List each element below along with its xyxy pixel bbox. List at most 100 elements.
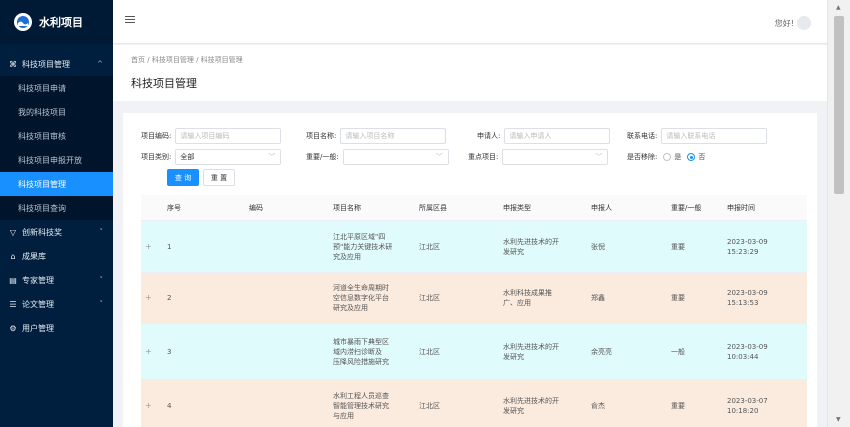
scroll-up-icon[interactable]: ▲	[836, 4, 841, 11]
cell-name-line: 江北平原区域"四	[333, 232, 386, 241]
cell-level: 重要	[671, 401, 685, 410]
col-code: 编码	[249, 203, 263, 212]
removed-yes-radio[interactable]: 是	[663, 152, 681, 162]
menu-group-experts[interactable]: ▤ 专家管理 ˅	[0, 268, 113, 292]
cell-type-line: 水利科技成果推	[503, 289, 552, 297]
cell-applicant: 俞杰	[591, 401, 605, 410]
category-select[interactable]: 全部 ﹀	[175, 149, 282, 165]
col-name: 项目名称	[333, 203, 361, 212]
menu-fold-icon[interactable]	[125, 16, 135, 25]
col-date: 申报时间	[727, 203, 755, 212]
cell-time-line: 10:18:20	[727, 406, 759, 415]
table-row[interactable]: + 1 江北平原区域"四 预"能力关键技术研 究及应用 江北区 水利先进技术的开…	[141, 221, 807, 273]
water-logo-icon	[14, 13, 32, 31]
cell-type: 水利先进技术的开 发研究	[499, 237, 587, 257]
app-logo[interactable]: 水利项目	[0, 0, 113, 44]
home-icon: ⌂	[10, 251, 16, 261]
user-greeting[interactable]: 您好!	[775, 16, 811, 30]
chevron-down-icon: ˅	[99, 276, 104, 284]
cell-type: 水利先进技术的开 发研究	[499, 396, 587, 416]
chevron-down-icon: ˅	[99, 300, 104, 308]
cell-name-line: 研究及应用	[333, 304, 368, 312]
scroll-thumb[interactable]	[834, 16, 844, 194]
page-title: 科技项目管理	[131, 77, 197, 90]
table-header: 序号 编码 项目名称 所属区县 申报类型 申报人 重要/一般 申报时间	[141, 195, 807, 221]
menu-group-innovation-award[interactable]: ▽ 创新科技奖 ˅	[0, 220, 113, 244]
scroll-down-icon[interactable]: ▼	[836, 416, 841, 423]
breadcrumb: 首页 / 科技项目管理 / 科技项目管理	[131, 55, 243, 65]
menu-group-users[interactable]: ⚙ 用户管理	[0, 316, 113, 340]
avatar[interactable]	[797, 16, 811, 30]
cell-applicant: 张倪	[591, 242, 605, 251]
sidebar-item-my-projects[interactable]: 我的科技项目	[0, 100, 113, 124]
applicant-input[interactable]: 请输入申请人	[504, 128, 611, 144]
cell-type-line: 发研究	[503, 406, 524, 415]
breadcrumb-home[interactable]: 首页	[131, 56, 145, 64]
importance-label: 重要/一般:	[306, 153, 339, 161]
cell-name-line: 与应用	[333, 411, 354, 420]
radio-circle	[663, 153, 672, 161]
project-icon: ⌘	[9, 59, 17, 69]
cell-district: 江北区	[419, 347, 440, 356]
table-row[interactable]: + 4 水利工程人员巡查 智能管理技术研究 与应用 江北区 水利先进技术的开 发…	[141, 380, 807, 427]
phone-input[interactable]: 请输入联系电话	[661, 128, 768, 144]
cell-type-line: 水利先进技术的开	[503, 396, 559, 405]
expand-icon[interactable]: +	[141, 401, 163, 411]
removed-no-radio[interactable]: 否	[687, 152, 705, 162]
cell-name: 城市暴雨下典型区 域内涝扫诊断及 压降风险措施研究	[329, 337, 415, 367]
project-code-input[interactable]: 请输入项目编码	[175, 128, 282, 144]
breadcrumb-sep: /	[147, 56, 150, 64]
cell-district: 江北区	[419, 401, 440, 410]
cell-name-line: 河道全生命周期时	[333, 284, 389, 292]
cell-type-line: 发研究	[503, 247, 524, 256]
sidebar-item-query[interactable]: 科技项目查询	[0, 196, 113, 220]
app-title: 水利项目	[39, 16, 83, 29]
cell-name-line: 究及应用	[333, 252, 361, 261]
importance-select[interactable]: ﹀	[342, 149, 449, 165]
greeting-text: 您好!	[774, 18, 794, 28]
cell-type-line: 水利先进技术的开	[503, 237, 559, 246]
query-button[interactable]: 查 询	[167, 169, 199, 186]
sidebar-item-apply[interactable]: 科技项目申请	[0, 76, 113, 100]
cell-no: 3	[167, 347, 172, 356]
breadcrumb-level1[interactable]: 科技项目管理	[152, 56, 194, 64]
key-project-select[interactable]: ﹀	[502, 149, 609, 165]
cell-date: 2023-03-09 15:13:53	[723, 288, 807, 308]
menu-group-achievements[interactable]: ⌂ 成果库	[0, 244, 113, 268]
project-name-input[interactable]: 请输入项目名称	[340, 128, 447, 144]
expand-icon[interactable]: +	[141, 293, 163, 303]
menu-group-papers[interactable]: ☰ 论文管理 ˅	[0, 292, 113, 316]
chevron-down-icon: ˅	[99, 228, 104, 236]
reset-button[interactable]: 重 置	[203, 169, 235, 186]
cell-name-line: 水利工程人员巡查	[333, 391, 389, 400]
cell-time-line: 15:13:53	[727, 299, 759, 307]
breadcrumb-level2: 科技项目管理	[200, 56, 243, 64]
menu-group-project-mgmt[interactable]: ⌘ 科技项目管理 ^	[0, 52, 113, 76]
cell-no: 4	[167, 401, 172, 410]
page-scrollbar[interactable]: ▲ ▼	[827, 0, 850, 427]
menu-group-label: 成果库	[22, 251, 46, 261]
cell-name-line: 智能管理技术研究	[333, 401, 389, 410]
form-row-2d: 是否移除: 是 否	[627, 149, 705, 165]
sidebar-item-open[interactable]: 科技项目申报开放	[0, 148, 113, 172]
expand-icon[interactable]: +	[141, 242, 163, 252]
form-row-1d: 联系电话: 请输入联系电话	[627, 128, 768, 144]
sidebar-item-manage[interactable]: 科技项目管理	[0, 172, 113, 196]
table-row[interactable]: + 2 河道全生命周期时 空信息数字化平台 研究及应用 江北区 水利科技成果推 …	[141, 273, 807, 324]
cell-no: 2	[167, 294, 172, 302]
cell-name-line: 压降风险措施研究	[333, 357, 389, 366]
form-row-1b: 项目名称: 请输入项目名称	[306, 128, 447, 144]
expand-icon[interactable]: +	[141, 347, 163, 357]
menu-group-label: 论文管理	[22, 299, 54, 309]
form-row-2b: 重要/一般: ﹀	[306, 149, 449, 165]
category-value: 全部	[180, 153, 195, 161]
col-no: 序号	[167, 203, 181, 212]
cell-name: 河道全生命周期时 空信息数字化平台 研究及应用	[329, 283, 415, 313]
form-row-2c: 重点项目: ﹀	[468, 149, 609, 165]
main-panel: 项目编码: 请输入项目编码 项目名称: 请输入项目名称 申请人: 请输入申请人 …	[123, 113, 817, 427]
form-row-1: 项目编码: 请输入项目编码	[141, 128, 282, 144]
cell-date-line: 2023-03-09	[727, 342, 768, 351]
cell-district: 江北区	[419, 242, 440, 251]
sidebar-item-review[interactable]: 科技项目审核	[0, 124, 113, 148]
table-row[interactable]: + 3 城市暴雨下典型区 域内涝扫诊断及 压降风险措施研究 江北区 水利先进技术…	[141, 324, 807, 380]
